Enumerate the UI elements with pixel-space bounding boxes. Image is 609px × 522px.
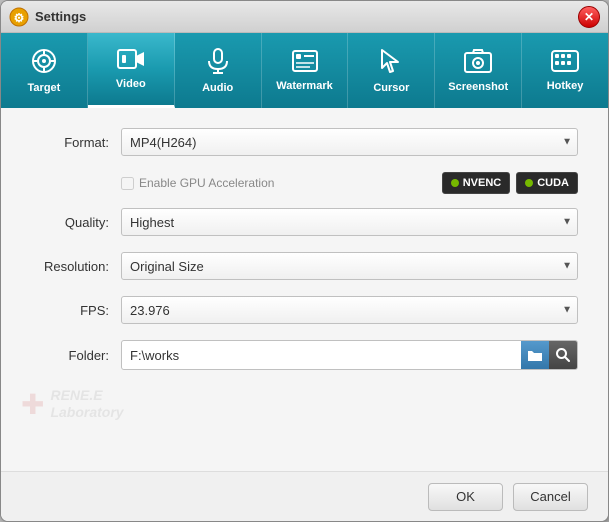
watermark-logo: ✚ RENE.E Laboratory <box>21 387 124 421</box>
resolution-row: Resolution: Original Size 1920x1080 1280… <box>31 252 578 280</box>
watermark-tab-icon <box>292 50 318 76</box>
app-icon: ⚙ <box>9 7 29 27</box>
hotkey-icon <box>551 50 579 76</box>
resolution-dropdown-container: Original Size 1920x1080 1280x720 640x480… <box>121 252 578 280</box>
folder-control <box>121 340 578 370</box>
fps-select[interactable]: 23.976 24 25 29.97 30 60 <box>121 296 578 324</box>
search-icon <box>556 348 570 362</box>
tab-target[interactable]: Target <box>1 33 88 108</box>
settings-content: ✚ RENE.E Laboratory Format: MP4(H264) MP… <box>1 108 608 471</box>
fps-label: FPS: <box>31 303 121 318</box>
cancel-button[interactable]: Cancel <box>513 483 588 511</box>
format-label: Format: <box>31 135 121 150</box>
tab-video[interactable]: Video <box>88 33 175 108</box>
nvenc-dot <box>451 179 459 187</box>
gpu-checkbox-label[interactable]: Enable GPU Acceleration <box>121 176 442 190</box>
fps-control: 23.976 24 25 29.97 30 60 ▼ <box>121 296 578 324</box>
watermark-text: RENE.E Laboratory <box>50 387 123 421</box>
target-icon <box>31 48 57 78</box>
format-select[interactable]: MP4(H264) MP4(H265) AVI MOV WMV <box>121 128 578 156</box>
resolution-select[interactable]: Original Size 1920x1080 1280x720 640x480 <box>121 252 578 280</box>
tab-audio[interactable]: Audio <box>175 33 262 108</box>
folder-row: Folder: <box>31 340 578 370</box>
gpu-row: Enable GPU Acceleration NVENC CUDA <box>121 172 578 194</box>
video-icon <box>117 48 145 74</box>
tab-watermark[interactable]: Watermark <box>262 33 349 108</box>
folder-label: Folder: <box>31 348 121 363</box>
format-control: MP4(H264) MP4(H265) AVI MOV WMV ▼ <box>121 128 578 156</box>
cuda-dot <box>525 179 533 187</box>
cuda-badge: CUDA <box>516 172 578 194</box>
folder-search-button[interactable] <box>549 341 577 369</box>
tab-cursor[interactable]: Cursor <box>348 33 435 108</box>
tab-bar: Target Video Audio <box>1 33 608 108</box>
footer: OK Cancel <box>1 471 608 521</box>
watermark-cross-icon: ✚ <box>21 388 44 421</box>
fps-dropdown-container: 23.976 24 25 29.97 30 60 ▼ <box>121 296 578 324</box>
folder-browse-button[interactable] <box>521 341 549 369</box>
window-title: Settings <box>35 9 578 24</box>
quality-control: Highest High Medium Low ▼ <box>121 208 578 236</box>
format-row: Format: MP4(H264) MP4(H265) AVI MOV WMV … <box>31 128 578 156</box>
folder-input[interactable] <box>122 341 521 369</box>
settings-window: ⚙ Settings ✕ Target <box>0 0 609 522</box>
resolution-control: Original Size 1920x1080 1280x720 640x480… <box>121 252 578 280</box>
format-dropdown-container: MP4(H264) MP4(H265) AVI MOV WMV ▼ <box>121 128 578 156</box>
svg-text:⚙: ⚙ <box>14 11 25 25</box>
tab-watermark-label: Watermark <box>276 80 332 92</box>
tab-screenshot-label: Screenshot <box>448 81 508 93</box>
quality-select[interactable]: Highest High Medium Low <box>121 208 578 236</box>
folder-icon <box>527 348 543 362</box>
quality-dropdown-container: Highest High Medium Low ▼ <box>121 208 578 236</box>
cursor-icon <box>380 48 402 78</box>
ok-button[interactable]: OK <box>428 483 503 511</box>
tab-hotkey[interactable]: Hotkey <box>522 33 608 108</box>
fps-row: FPS: 23.976 24 25 29.97 30 60 ▼ <box>31 296 578 324</box>
quality-label: Quality: <box>31 215 121 230</box>
close-button[interactable]: ✕ <box>578 6 600 28</box>
tab-target-label: Target <box>28 82 61 94</box>
nvenc-badge: NVENC <box>442 172 511 194</box>
gpu-checkbox[interactable] <box>121 177 134 190</box>
screenshot-icon <box>464 49 492 77</box>
resolution-label: Resolution: <box>31 259 121 274</box>
gpu-badges: NVENC CUDA <box>442 172 578 194</box>
quality-row: Quality: Highest High Medium Low ▼ <box>31 208 578 236</box>
tab-cursor-label: Cursor <box>373 82 409 94</box>
tab-screenshot[interactable]: Screenshot <box>435 33 522 108</box>
tab-video-label: Video <box>116 78 146 90</box>
folder-input-wrap <box>121 340 578 370</box>
tab-audio-label: Audio <box>202 82 233 94</box>
audio-icon <box>207 48 229 78</box>
tab-hotkey-label: Hotkey <box>547 80 584 92</box>
title-bar: ⚙ Settings ✕ <box>1 1 608 33</box>
